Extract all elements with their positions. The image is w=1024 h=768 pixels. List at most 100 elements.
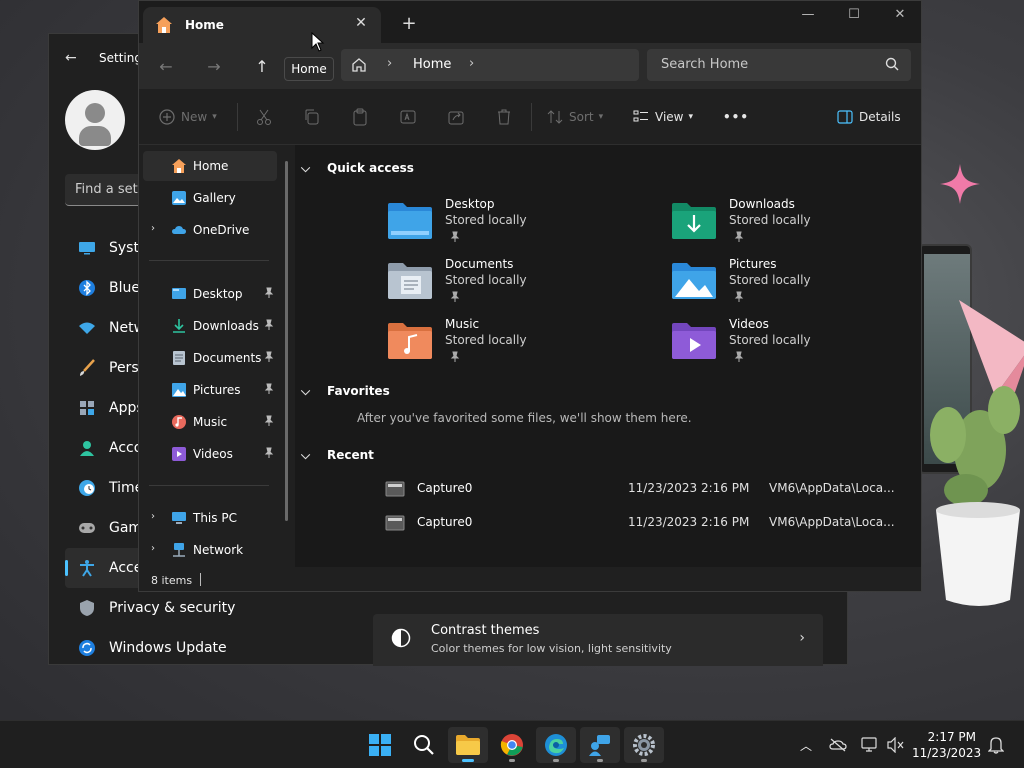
section-quick-access[interactable]: ⌵ Quick access — [301, 161, 414, 175]
close-tab-icon[interactable]: ✕ — [351, 15, 371, 31]
search-taskbar-button[interactable] — [404, 727, 444, 763]
recent-file-location: VM6\AppData\Loca... — [769, 515, 895, 529]
sidebar-scrollbar[interactable] — [285, 161, 288, 521]
pin-icon[interactable] — [263, 351, 275, 363]
tile-name: Music — [445, 317, 480, 331]
onedrive-tray-icon[interactable] — [828, 735, 848, 755]
search-placeholder: Search Home — [661, 57, 749, 72]
volume-muted-tray-icon[interactable] — [886, 735, 906, 755]
back-arrow-icon[interactable]: ← — [65, 50, 77, 66]
recent-file-row[interactable]: Capture0 11/23/2023 2:16 PM VM6\AppData\… — [383, 479, 903, 501]
pin-icon[interactable] — [263, 319, 275, 331]
avatar[interactable] — [65, 90, 125, 150]
notification-bell-icon[interactable] — [986, 735, 1006, 755]
sidebar-item-label: This PC — [193, 511, 237, 525]
quick-access-desktop[interactable]: Desktop Stored locally — [387, 197, 647, 253]
sidebar-item-desktop[interactable]: Desktop — [143, 279, 277, 309]
sidebar-item-videos[interactable]: Videos — [143, 439, 277, 469]
maximize-button[interactable]: ☐ — [831, 7, 877, 27]
close-window-button[interactable]: ✕ — [877, 7, 921, 27]
pin-icon[interactable] — [263, 447, 275, 459]
apps-icon — [77, 398, 97, 418]
settings-taskbar-button[interactable] — [624, 727, 664, 763]
network-icon — [173, 543, 185, 557]
share-button[interactable] — [447, 105, 471, 129]
item-count: 8 items — [151, 574, 193, 587]
quick-access-videos[interactable]: Videos Stored locally — [671, 317, 921, 373]
person-icon — [77, 438, 97, 458]
pin-icon — [734, 231, 744, 242]
minimize-button[interactable]: — — [785, 7, 831, 27]
sidebar-divider — [149, 260, 269, 261]
settings-nav-privacy[interactable]: Privacy & security — [65, 588, 305, 628]
new-button[interactable]: New ▾ — [159, 105, 217, 129]
clock-globe-icon — [77, 478, 97, 498]
sidebar-item-gallery[interactable]: Gallery — [143, 183, 277, 213]
section-recent[interactable]: ⌵ Recent — [301, 448, 374, 462]
sidebar-item-music[interactable]: Music — [143, 407, 277, 437]
breadcrumb-separator[interactable]: › — [469, 56, 474, 71]
file-explorer-taskbar-button[interactable] — [448, 727, 488, 763]
contrast-themes-card[interactable]: Contrast themes Color themes for low vis… — [373, 614, 823, 666]
chevron-down-icon[interactable]: ⌵ — [301, 161, 310, 176]
rename-button[interactable] — [399, 105, 423, 129]
sidebar-item-onedrive[interactable]: › OneDrive — [143, 215, 277, 245]
search-icon — [885, 57, 899, 71]
pin-icon[interactable] — [263, 415, 275, 427]
chevron-right-icon[interactable]: › — [151, 511, 155, 522]
quick-access-music[interactable]: Music Stored locally — [387, 317, 647, 373]
settings-nav-windows-update[interactable]: Windows Update — [65, 628, 305, 668]
sidebar-item-network[interactable]: › Network — [143, 535, 277, 565]
sidebar-item-home[interactable]: Home — [143, 151, 277, 181]
cactus-decoration — [930, 386, 1020, 606]
taskbar-clock[interactable]: 2:17 PM 11/23/2023 — [912, 729, 981, 761]
sidebar-item-downloads[interactable]: Downloads — [143, 311, 277, 341]
chevron-right-icon[interactable]: › — [151, 223, 155, 234]
network-tray-icon[interactable] — [860, 735, 880, 755]
chrome-taskbar-button[interactable] — [492, 727, 532, 763]
details-button-label: Details — [859, 110, 901, 124]
up-button[interactable]: ↑ — [249, 53, 275, 79]
home-icon — [156, 17, 172, 33]
section-favorites[interactable]: ⌵ Favorites — [301, 384, 390, 398]
plus-circle-icon — [159, 109, 175, 125]
navigation-pane: Home Gallery › OneDrive Desktop Download… — [139, 145, 295, 567]
search-box[interactable]: Search Home — [647, 49, 911, 81]
chevron-down-icon[interactable]: ⌵ — [301, 448, 310, 463]
computer-icon — [172, 512, 186, 524]
quick-access-documents[interactable]: Documents Stored locally — [387, 257, 647, 313]
sort-button[interactable]: Sort ▾ — [547, 105, 603, 129]
details-button[interactable]: Details — [837, 105, 901, 129]
chevron-up-icon[interactable]: ︿ — [796, 735, 816, 755]
more-options-button[interactable]: ••• — [723, 105, 749, 129]
tab-home[interactable]: Home ✕ — [143, 7, 381, 43]
back-button[interactable]: ← — [153, 53, 179, 79]
app-taskbar-button[interactable] — [580, 727, 620, 763]
cut-button[interactable] — [255, 105, 279, 129]
address-bar[interactable]: › Home › — [341, 49, 639, 81]
breadcrumb-separator[interactable]: › — [387, 56, 392, 71]
section-title: Quick access — [327, 161, 414, 175]
sidebar-item-documents[interactable]: Documents — [143, 343, 277, 373]
sidebar-item-this-pc[interactable]: › This PC — [143, 503, 277, 533]
delete-button[interactable] — [495, 105, 519, 129]
new-tab-button[interactable]: + — [397, 13, 421, 37]
pin-icon[interactable] — [263, 287, 275, 299]
forward-button[interactable]: → — [201, 53, 227, 79]
recent-file-row[interactable]: Capture0 11/23/2023 2:16 PM VM6\AppData\… — [383, 513, 903, 535]
settings-nav-label: Privacy & security — [109, 600, 236, 616]
pin-icon[interactable] — [263, 383, 275, 395]
edge-taskbar-button[interactable] — [536, 727, 576, 763]
sidebar-item-pictures[interactable]: Pictures — [143, 375, 277, 405]
start-button[interactable] — [360, 727, 400, 763]
breadcrumb-home[interactable]: Home — [413, 57, 451, 72]
copy-button[interactable] — [303, 105, 327, 129]
view-button[interactable]: View ▾ — [633, 105, 693, 129]
recent-file-date: 11/23/2023 2:16 PM — [628, 481, 750, 495]
paste-button[interactable] — [351, 105, 375, 129]
quick-access-downloads[interactable]: Downloads Stored locally — [671, 197, 921, 253]
pin-icon — [734, 351, 744, 362]
chevron-right-icon[interactable]: › — [151, 543, 155, 554]
chevron-down-icon[interactable]: ⌵ — [301, 384, 310, 399]
quick-access-pictures[interactable]: Pictures Stored locally — [671, 257, 921, 313]
